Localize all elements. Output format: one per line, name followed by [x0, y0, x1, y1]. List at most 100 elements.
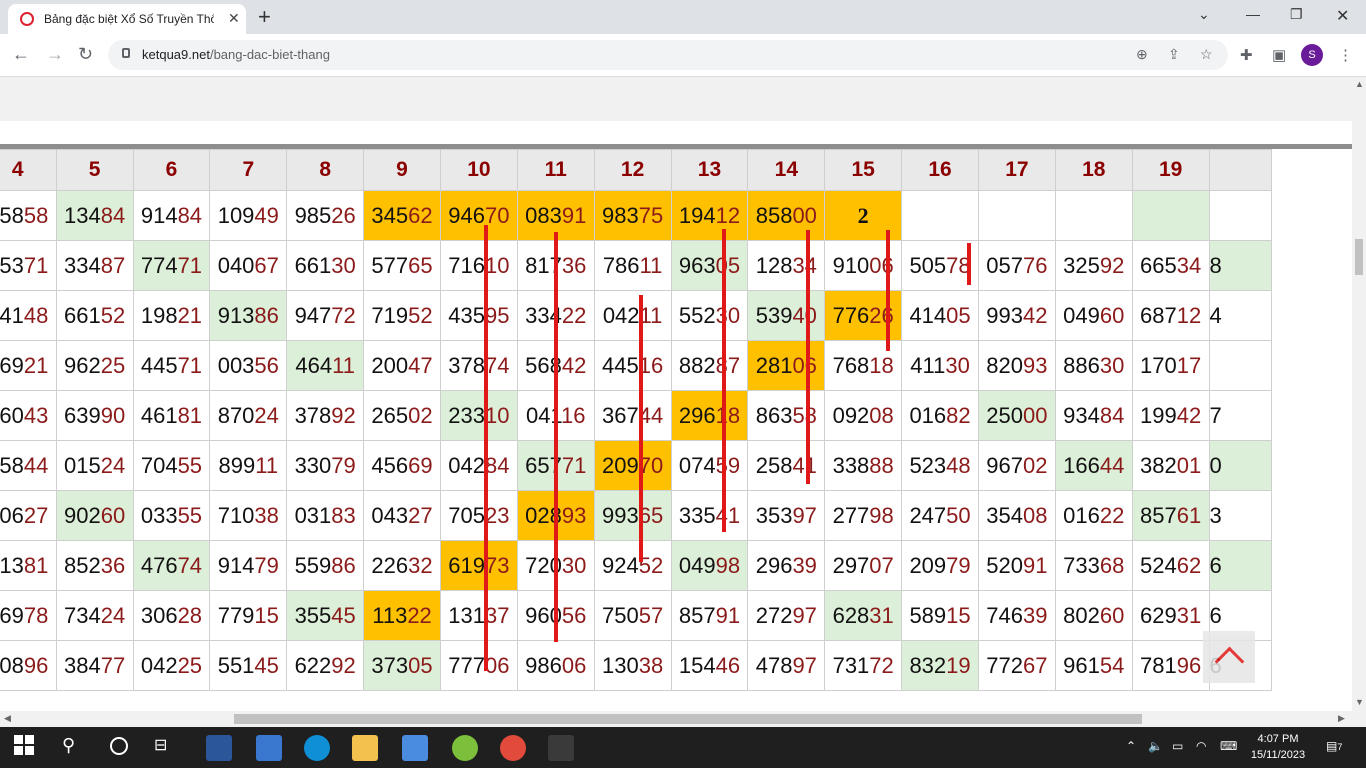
horizontal-scroll-thumb[interactable]: [234, 714, 1142, 724]
table-cell: 53940: [747, 290, 826, 341]
table-cell-clipped: 4: [1208, 290, 1273, 341]
number-head: 777: [448, 652, 485, 678]
notifications-icon[interactable]: ▤7: [1326, 739, 1342, 753]
search-icon[interactable]: ⚲: [62, 735, 88, 761]
number-tail: 79: [254, 552, 279, 578]
page-content: 45678910111213141516171819 5585813484914…: [0, 77, 1352, 711]
extensions-puzzle-icon[interactable]: ✚: [1240, 46, 1253, 64]
number-head: 130: [602, 652, 639, 678]
table-cell: 52348: [901, 440, 979, 491]
number-tail: 45: [254, 652, 279, 678]
file-explorer-icon[interactable]: [352, 735, 378, 761]
windows-start-icon[interactable]: [14, 735, 40, 761]
wifi-icon[interactable]: ◠: [1196, 739, 1206, 753]
number-tail: 15: [254, 602, 279, 628]
table-cell: 46181: [132, 390, 211, 441]
scroll-up-arrow-icon[interactable]: ▲: [1355, 79, 1364, 89]
horizontal-scrollbar[interactable]: ◀ ▶: [0, 711, 1366, 727]
battery-icon[interactable]: ▭: [1172, 739, 1183, 753]
tab-search-chevron-icon[interactable]: ⌄: [1198, 6, 1210, 23]
chrome-app-icon[interactable]: [500, 735, 526, 761]
number-tail: 26: [331, 202, 356, 228]
reload-icon[interactable]: ↻: [78, 44, 93, 65]
tab-active[interactable]: Bảng đặc biệt Xổ Số Truyền Thố ✕: [8, 4, 246, 34]
number-tail: 36: [100, 552, 126, 578]
minimize-icon[interactable]: —: [1246, 6, 1260, 22]
number-head: 269: [0, 602, 24, 628]
number-tail: 70: [485, 202, 510, 228]
word-app-icon[interactable]: [206, 735, 232, 761]
task-view-icon[interactable]: ⊟: [154, 735, 180, 761]
annotation-line: [554, 232, 558, 642]
table-cell: 12834: [747, 240, 826, 291]
number-head: 746: [986, 602, 1024, 628]
table-cell: 34148: [0, 290, 57, 341]
number-head: 902: [63, 502, 101, 528]
keyboard-icon[interactable]: ⌨: [1220, 739, 1237, 753]
scroll-down-arrow-icon[interactable]: ▼: [1355, 697, 1364, 707]
chrome-profile-app-icon[interactable]: [548, 735, 574, 761]
number-tail: 58: [23, 202, 49, 228]
back-icon[interactable]: ←: [12, 44, 30, 65]
windows-taskbar: ⚲ ⊟ ⌃ 🔈 ▭ ◠ ⌨ 4:07 PM 15/11/2023 ▤7: [0, 727, 1366, 768]
number-tail: 56: [254, 352, 279, 378]
menu-kebab-icon[interactable]: ⋮: [1338, 46, 1353, 64]
number-head: 158: [0, 452, 24, 478]
app-icon[interactable]: [452, 735, 478, 761]
vertical-scrollbar[interactable]: ▲ ▼: [1352, 77, 1366, 711]
table-cell: 44516: [593, 340, 672, 391]
number-head: 687: [1140, 302, 1177, 328]
side-panel-icon[interactable]: ▣: [1272, 46, 1286, 64]
number-tail: 71: [177, 352, 203, 378]
restore-icon[interactable]: ❐: [1290, 6, 1303, 23]
close-tab-icon[interactable]: ✕: [228, 10, 240, 27]
number-tail: 18: [715, 402, 741, 428]
table-cell: 86358: [747, 390, 826, 441]
table-row: 1089638477042255514562292373057770698606…: [0, 640, 1273, 691]
table-cell: 04998: [670, 540, 749, 591]
number-head: 265: [371, 402, 409, 428]
table-cell: 01622: [1054, 490, 1133, 541]
cortana-icon[interactable]: [108, 735, 134, 761]
number-head: 233: [448, 402, 485, 428]
address-bar[interactable]: ketqua9.net/bang-dac-biet-thang ⊕ ⇪ ☆: [108, 40, 1228, 70]
column-header: 15: [824, 149, 903, 191]
number-head: 993: [986, 302, 1024, 328]
number-head: 934: [1063, 402, 1100, 428]
number-head: 209: [602, 452, 639, 478]
table-cell: 04284: [439, 440, 518, 491]
volume-icon[interactable]: 🔈: [1148, 739, 1163, 753]
lock-icon: [122, 48, 130, 58]
site-favicon-icon: [20, 12, 34, 26]
tray-chevron-icon[interactable]: ⌃: [1126, 739, 1136, 753]
forward-icon[interactable]: →: [46, 44, 64, 65]
share-icon[interactable]: ⇪: [1168, 46, 1180, 63]
scroll-left-arrow-icon[interactable]: ◀: [4, 713, 11, 724]
table-cell: 62292: [286, 640, 365, 691]
number-tail: 22: [1099, 502, 1125, 528]
table-cell: 47674: [132, 540, 211, 591]
window-close-icon[interactable]: ✕: [1336, 6, 1349, 26]
url-text[interactable]: ketqua9.net/bang-dac-biet-thang: [142, 47, 330, 62]
table-cell: 77626: [824, 290, 903, 341]
bookmark-star-icon[interactable]: ☆: [1200, 46, 1213, 63]
vertical-scroll-thumb[interactable]: [1355, 239, 1363, 275]
table-cell: 94670: [439, 190, 518, 241]
scroll-to-top-button[interactable]: [1203, 631, 1255, 683]
unikey-app-icon[interactable]: [402, 735, 428, 761]
column-header: 18: [1054, 149, 1133, 191]
number-head: 378: [448, 352, 485, 378]
table-cell: 30628: [132, 590, 211, 641]
table-cell: 62831: [824, 590, 903, 641]
number-tail: 48: [23, 302, 49, 328]
taskbar-clock[interactable]: 4:07 PM 15/11/2023: [1248, 731, 1308, 763]
number-head: 296: [755, 552, 793, 578]
number-head: 863: [755, 402, 793, 428]
number-head: 464: [295, 352, 333, 378]
profile-avatar[interactable]: S: [1301, 44, 1323, 66]
new-tab-icon[interactable]: +: [258, 4, 271, 30]
store-app-icon[interactable]: [256, 735, 282, 761]
scroll-right-arrow-icon[interactable]: ▶: [1338, 713, 1345, 724]
edge-app-icon[interactable]: [304, 735, 330, 761]
zoom-icon[interactable]: ⊕: [1136, 46, 1148, 63]
